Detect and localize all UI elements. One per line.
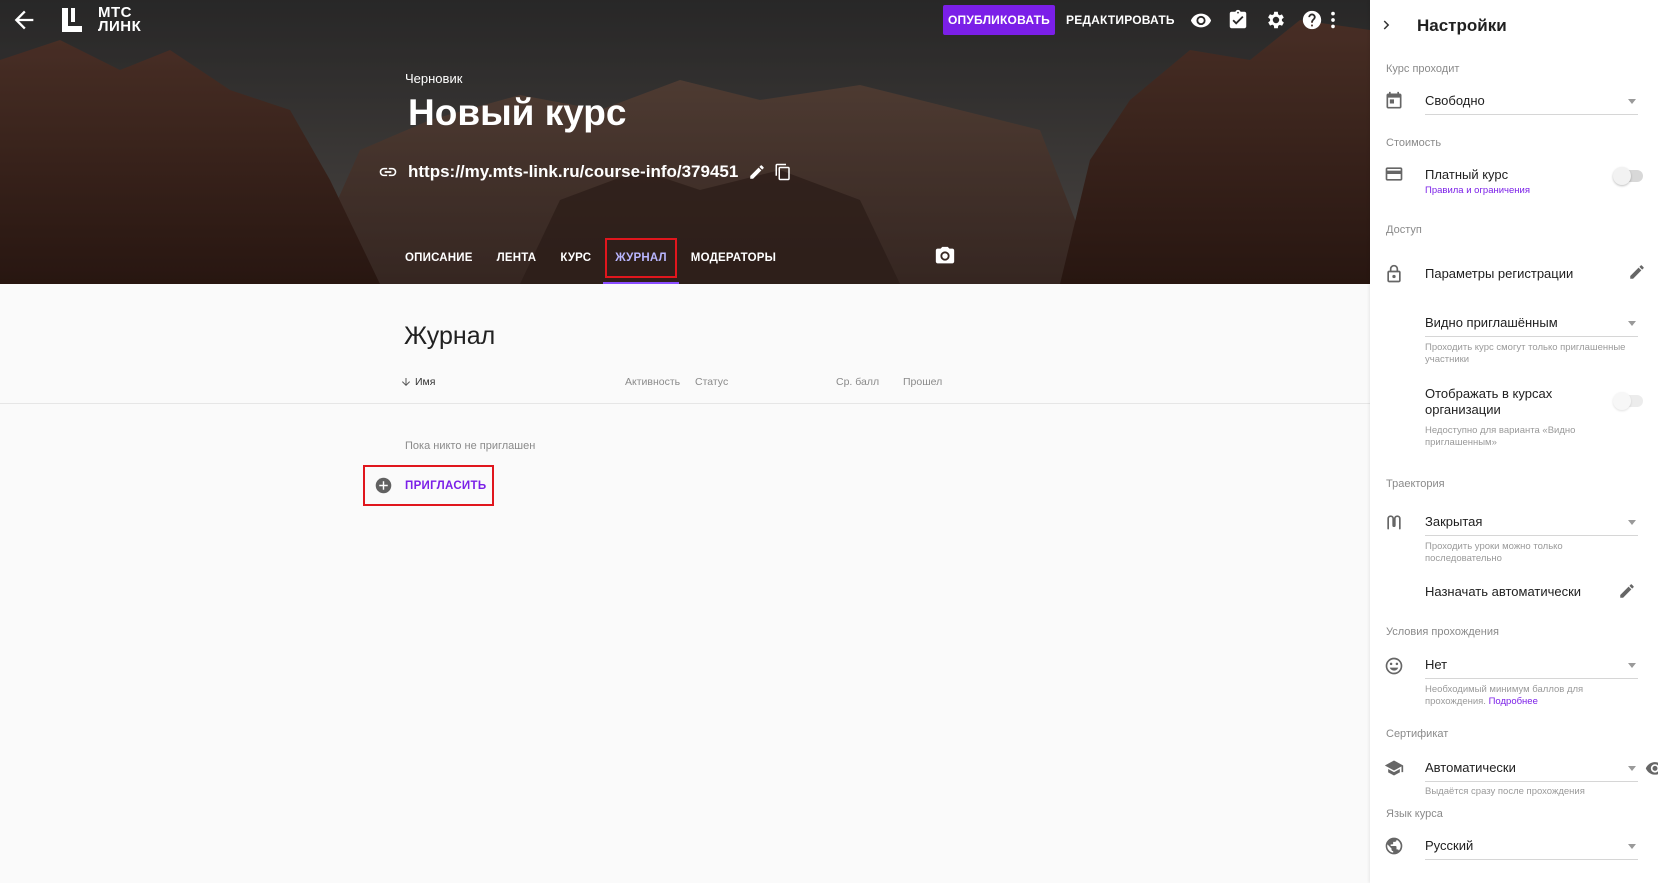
rules-link[interactable]: Правила и ограничения [1425,185,1640,197]
course-runs-value: Свободно [1425,93,1485,108]
logo-text: МТС ЛИНК [98,5,158,35]
paid-course-toggle[interactable] [1613,167,1643,185]
tab-description[interactable]: ОПИСАНИЕ [395,232,485,284]
tab-label: ЛЕНТА [496,252,537,264]
certificate-hint: Выдаётся сразу после прохождения [1425,786,1585,797]
certificate-select[interactable]: Автоматически [1425,754,1658,782]
section-label-cost: Стоимость [1386,137,1442,149]
journal-title: Журнал [404,322,496,350]
invite-button[interactable]: ПРИГЛАСИТЬ [363,465,494,506]
link-icon [379,167,397,177]
conditions-hint: Необходимый минимум баллов для прохожден… [1425,684,1595,707]
journal-content: Журнал Имя Активность Статус Ср. балл Пр… [0,284,1370,883]
eye-icon[interactable] [1190,9,1212,31]
section-label-conditions: Условия прохождения [1386,626,1499,638]
course-link-row: https://my.mts-link.ru/course-info/37945… [378,162,792,182]
language-value: Русский [1425,838,1474,853]
trajectory-hint: Проходить уроки можно только последовате… [1425,541,1563,564]
dropdown-arrow-icon [1628,844,1636,849]
tab-moderators[interactable]: МОДЕРАТОРЫ [679,232,788,284]
show-in-org-hint: Недоступно для варианта «Видно приглашен… [1425,425,1576,448]
settings-title: Настройки [1417,16,1507,35]
invite-label: ПРИГЛАСИТЬ [405,479,487,492]
clipboard-check-icon[interactable] [1227,9,1249,31]
paid-course-label: Платный курс [1425,167,1509,182]
column-header-name[interactable]: Имя [415,374,435,390]
show-in-org-label: Отображать в курсах организации [1425,386,1553,417]
column-header-passed[interactable]: Прошел [903,374,942,390]
smiley-icon [1385,657,1403,675]
logo-line-2: ЛИНК [98,18,142,35]
arrow-back-icon[interactable] [10,6,38,34]
credit-card-icon [1385,167,1403,181]
language-select[interactable]: Русский [1425,832,1638,860]
settings-panel: Настройки Курс проходит Свободно Стоимос… [1370,0,1658,883]
chevron-right-icon[interactable] [1378,16,1396,34]
lock-icon [1387,264,1401,283]
column-header-status[interactable]: Статус [695,374,728,390]
highlight-box [605,238,677,278]
pencil-icon[interactable] [1628,263,1646,281]
column-header-activity[interactable]: Активность [625,374,680,390]
dropdown-arrow-icon [1628,321,1636,326]
course-url[interactable]: https://my.mts-link.ru/course-info/37945… [408,162,738,182]
help-icon[interactable] [1301,9,1323,31]
eye-icon[interactable] [1645,758,1658,778]
mts-link-logo[interactable]: МТС ЛИНК [60,5,158,35]
conditions-value: Нет [1425,657,1448,672]
certificate-value: Автоматически [1425,760,1516,775]
registration-params-label: Параметры регистрации [1425,266,1574,281]
section-label-trajectory: Траектория [1386,478,1445,490]
trajectory-select[interactable]: Закрытая [1425,508,1638,536]
dropdown-arrow-icon [1628,766,1636,771]
more-vert-icon[interactable] [1322,9,1344,31]
logo-mark-icon [62,8,82,32]
course-status-label: Черновик [405,71,463,86]
tab-feed[interactable]: ЛЕНТА [485,232,549,284]
calendar-icon [1386,91,1402,109]
empty-state-message: Пока никто не приглашен [405,440,536,452]
tab-label: ОПИСАНИЕ [405,252,473,264]
top-bar: МТС ЛИНК ОПУБЛИКОВАТЬ РЕДАКТИРОВАТЬ [0,0,1370,40]
tab-label: МОДЕРАТОРЫ [690,252,777,264]
gear-icon[interactable] [1265,9,1287,31]
section-label-access: Доступ [1386,224,1422,236]
tab-journal[interactable]: ЖУРНАЛ [603,232,679,284]
column-header-avg-score[interactable]: Ср. балл [836,374,879,390]
visibility-select[interactable]: Видно приглашённым [1425,309,1638,337]
learn-more-link[interactable]: Подробнее [1489,696,1538,707]
tab-course[interactable]: КУРС [548,232,603,284]
course-title: Новый курс [408,92,627,133]
conditions-select[interactable]: Нет [1425,651,1638,679]
add-circle-icon [375,477,392,494]
globe-icon [1385,837,1403,855]
visibility-hint: Проходить курс смогут только приглашенны… [1425,342,1626,365]
pencil-icon[interactable] [1618,582,1636,600]
pencil-icon[interactable] [748,163,766,181]
edit-button[interactable]: РЕДАКТИРОВАТЬ [1066,5,1175,35]
trajectory-value: Закрытая [1425,514,1483,529]
section-label-certificate: Сертификат [1386,728,1449,740]
show-in-org-toggle[interactable] [1613,392,1643,410]
sort-arrow-down-icon[interactable] [400,376,412,388]
section-label-course-runs: Курс проходит [1386,63,1460,75]
dropdown-arrow-icon [1628,99,1636,104]
tab-label: КУРС [560,252,592,264]
copy-icon[interactable] [774,163,792,181]
graduation-cap-icon [1384,760,1404,776]
course-runs-select[interactable]: Свободно [1425,87,1638,115]
dropdown-arrow-icon [1628,520,1636,525]
journal-table-header: Имя Активность Статус Ср. балл Прошел [0,374,1370,404]
publish-button[interactable]: ОПУБЛИКОВАТЬ [943,5,1055,35]
assign-automatically-label: Назначать автоматически [1425,584,1582,599]
settings-header: Настройки [1370,0,1658,50]
route-icon [1387,515,1401,530]
visibility-value: Видно приглашённым [1425,315,1558,330]
dropdown-arrow-icon [1628,663,1636,668]
course-tabs: ОПИСАНИЕ ЛЕНТА КУРС ЖУРНАЛ МОДЕРАТОРЫ [395,232,788,284]
camera-icon[interactable] [934,245,956,267]
section-label-language: Язык курса [1386,808,1443,820]
